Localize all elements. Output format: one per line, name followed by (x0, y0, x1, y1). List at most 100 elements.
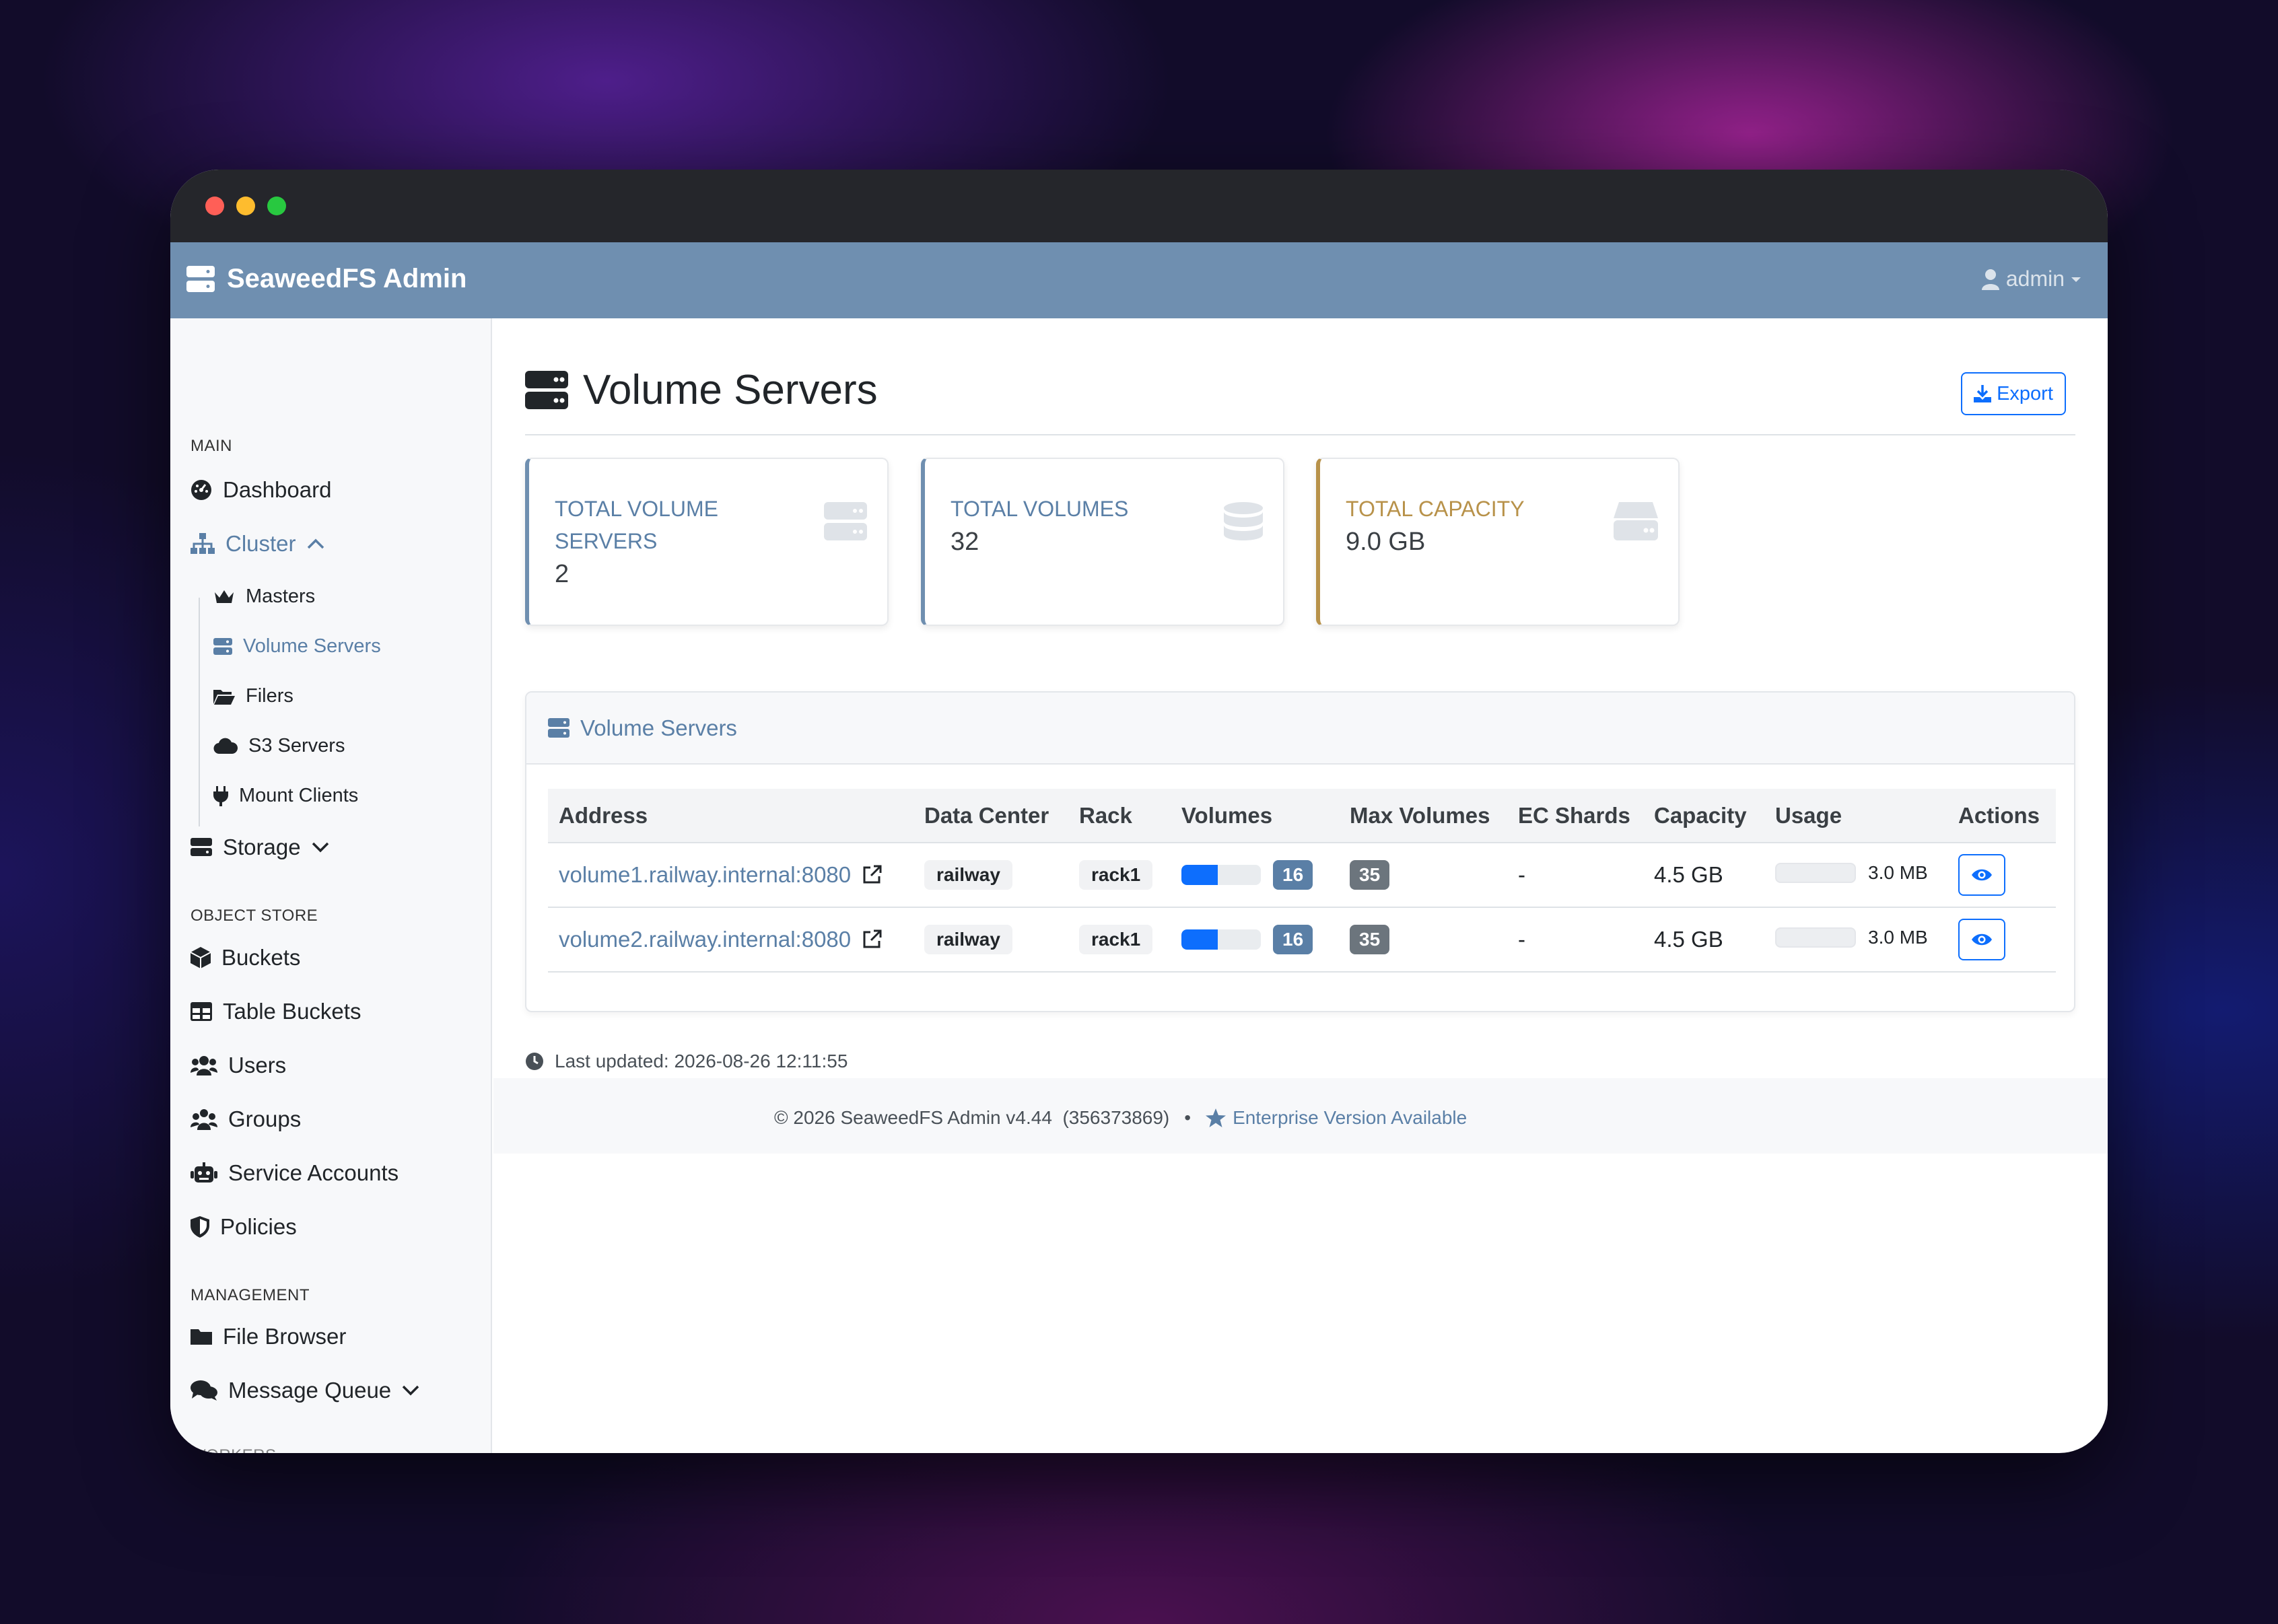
chevron-up-icon (307, 538, 324, 549)
stat-card-capacity: TOTAL CAPACITY 9.0 GB (1316, 458, 1680, 626)
sidebar-item-groups[interactable]: Groups (191, 1106, 301, 1132)
cube-icon (191, 947, 211, 968)
sidebar-item-cluster[interactable]: Cluster (191, 531, 324, 557)
footer-copyright: © 2026 SeaweedFS Admin v4.44 (356373869) (774, 1107, 1170, 1128)
user-icon (1981, 269, 1999, 290)
server-icon (525, 370, 568, 409)
caret-down-icon (2071, 277, 2081, 282)
column-header[interactable]: Volumes (1171, 789, 1339, 843)
sitemap-icon (191, 533, 215, 554)
server-icon (186, 265, 215, 292)
sidebar-label-volume-servers: Volume Servers (243, 635, 381, 657)
server-address: volume1.railway.internal:8080 (559, 862, 852, 887)
export-label: Export (1997, 382, 2053, 404)
sidebar-item-policies[interactable]: Policies (191, 1214, 297, 1240)
plug-icon (213, 785, 228, 806)
sidebar-item-s3-servers[interactable]: S3 Servers (213, 735, 345, 757)
sidebar-item-message-queue[interactable]: Message Queue (191, 1378, 419, 1403)
sidebar-item-table-buckets[interactable]: Table Buckets (191, 999, 361, 1024)
eye-icon (1972, 933, 1992, 946)
hdd-icon (191, 838, 212, 856)
max-volumes-cell: 35 (1339, 907, 1507, 973)
sidebar-item-users[interactable]: Users (191, 1053, 286, 1078)
server-icon (824, 502, 867, 540)
sidebar-label-users: Users (228, 1053, 287, 1078)
datacenter-badge: railway (924, 860, 1012, 890)
cluster-subnav-rail (199, 598, 200, 826)
sidebar-item-file-browser[interactable]: File Browser (191, 1324, 346, 1349)
server-address: volume2.railway.internal:8080 (559, 927, 852, 952)
rack-cell: rack1 (1068, 907, 1171, 973)
column-header[interactable]: Max Volumes (1339, 789, 1507, 843)
sidebar-label-s3-servers: S3 Servers (248, 735, 345, 756)
max-volumes-badge: 35 (1350, 925, 1390, 954)
sidebar-label-storage: Storage (223, 835, 301, 859)
close-window-button[interactable] (205, 197, 224, 215)
users-group-icon (191, 1109, 217, 1130)
folder-open-icon (213, 689, 235, 705)
sidebar-item-storage[interactable]: Storage (191, 835, 329, 860)
sidebar-label-message-queue: Message Queue (228, 1378, 392, 1403)
column-header[interactable]: Data Center (913, 789, 1068, 843)
sidebar-item-masters[interactable]: Masters (213, 586, 315, 608)
download-icon (1974, 385, 1992, 402)
view-details-button[interactable] (1958, 854, 2005, 896)
minimize-window-button[interactable] (236, 197, 255, 215)
table-icon (191, 1002, 212, 1021)
top-navbar: SeaweedFS Admin admin (170, 242, 2108, 318)
server-address-link[interactable]: volume1.railway.internal:8080 (559, 862, 882, 888)
ec-shards-cell: - (1507, 907, 1643, 973)
column-header[interactable]: Usage (1764, 789, 1947, 843)
sidebar-label-service-accounts: Service Accounts (228, 1160, 399, 1185)
datacenter-cell: railway (913, 843, 1068, 908)
cloud-icon (213, 738, 238, 754)
sidebar-item-dashboard[interactable]: Dashboard (191, 477, 331, 503)
table-row: volume1.railway.internal:8080 railway ra… (548, 843, 2056, 908)
server-address-link[interactable]: volume2.railway.internal:8080 (559, 927, 882, 952)
table-header-row: Address Data Center Rack Volumes Max Vol… (548, 789, 2056, 843)
column-header[interactable]: Actions (1947, 789, 2056, 843)
max-volumes-badge: 35 (1350, 860, 1390, 890)
sidebar-section-object-store: OBJECT STORE (191, 907, 318, 925)
column-header[interactable]: Address (548, 789, 913, 843)
column-header[interactable]: Rack (1068, 789, 1171, 843)
enterprise-link[interactable]: Enterprise Version Available (1206, 1107, 1467, 1129)
comments-icon (191, 1380, 217, 1401)
database-icon (1224, 502, 1263, 540)
export-button[interactable]: Export (1961, 372, 2066, 415)
crown-icon (215, 590, 234, 603)
maximize-window-button[interactable] (267, 197, 286, 215)
volumes-progress-fill (1181, 864, 1218, 885)
server-icon (548, 717, 570, 738)
sidebar-label-buckets: Buckets (221, 945, 301, 970)
enterprise-text: Enterprise Version Available (1233, 1107, 1468, 1128)
stat-card-volumes: TOTAL VOLUMES 32 (921, 458, 1284, 626)
sidebar-label-groups: Groups (228, 1106, 302, 1131)
sidebar-section-workers: WORKERS (191, 1446, 277, 1453)
view-details-button[interactable] (1958, 919, 2005, 960)
panel-header: Volume Servers (526, 693, 2074, 765)
gauge-icon (191, 480, 211, 500)
sidebar-item-service-accounts[interactable]: Service Accounts (191, 1160, 399, 1186)
usage-value: 3.0 MB (1868, 926, 1928, 948)
brand-link[interactable]: SeaweedFS Admin (186, 264, 467, 294)
footer-separator: • (1184, 1107, 1192, 1128)
sidebar-label-filers: Filers (246, 685, 294, 707)
hdd-icon (1614, 502, 1658, 540)
sidebar-item-volume-servers[interactable]: Volume Servers (213, 635, 381, 658)
column-header[interactable]: Capacity (1643, 789, 1764, 843)
sidebar-item-filers[interactable]: Filers (213, 685, 294, 707)
sidebar-label-cluster: Cluster (226, 531, 296, 556)
volume-servers-table: Address Data Center Rack Volumes Max Vol… (548, 789, 2056, 973)
sidebar-label-table-buckets: Table Buckets (223, 999, 361, 1024)
address-cell: volume2.railway.internal:8080 (548, 907, 913, 973)
sidebar-item-buckets[interactable]: Buckets (191, 945, 300, 970)
last-updated-text: Last updated: 2026-08-26 12:11:55 (555, 1051, 848, 1071)
sidebar-item-mount-clients[interactable]: Mount Clients (213, 785, 358, 807)
shield-icon (191, 1216, 209, 1238)
column-header[interactable]: EC Shards (1507, 789, 1643, 843)
users-icon (191, 1056, 217, 1075)
star-icon (1206, 1108, 1227, 1127)
user-menu[interactable]: admin (1981, 267, 2081, 291)
stat-value: 9.0 GB (1346, 528, 1426, 556)
